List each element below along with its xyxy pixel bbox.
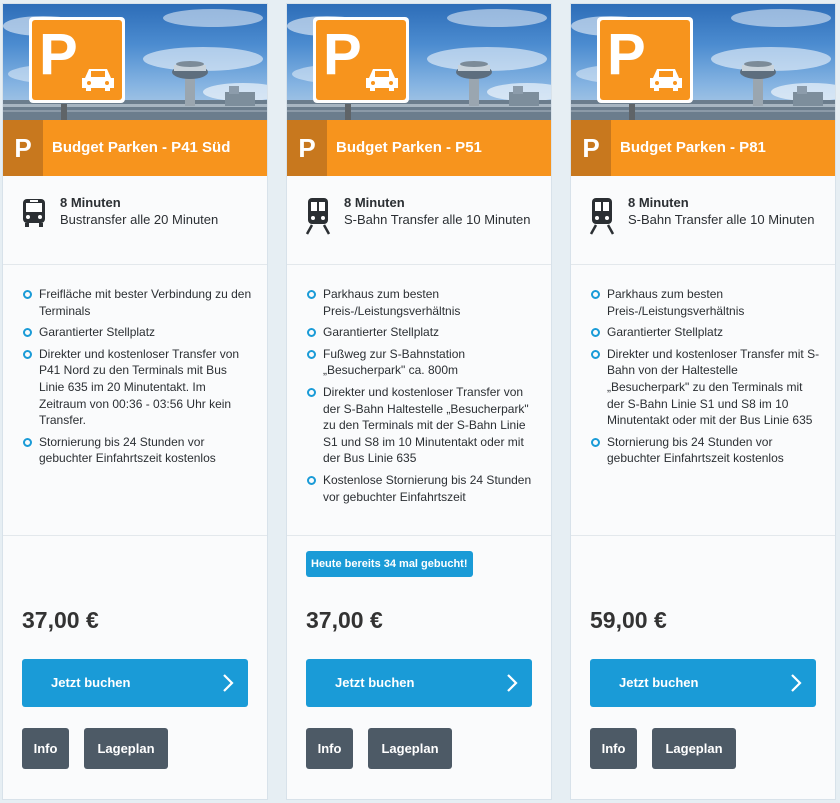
feature-item: Freifläche mit bester Verbindung zu den … (23, 286, 255, 319)
transfer-description: S-Bahn Transfer alle 10 Minuten (628, 212, 815, 227)
bullet-circle-icon (591, 349, 600, 359)
feature-text: Kostenlose Stornierung bis 24 Stunden vo… (323, 472, 532, 504)
price: 37,00 € (306, 607, 383, 633)
bullet-circle-icon (307, 387, 316, 397)
parking-letter: P (287, 120, 327, 176)
bullet-circle-icon (591, 290, 600, 299)
info-button[interactable]: Info (22, 728, 69, 769)
feature-text: Direkter und kostenloser Transfer von P4… (39, 346, 240, 428)
bullet-circle-icon (307, 328, 316, 338)
airport-parking-photo: P (3, 9, 267, 120)
parking-offer-card-2: P P Budget Parken - P81 8 Minuten S-Bahn… (571, 4, 835, 799)
chevron-right-icon (223, 674, 234, 692)
book-now-button[interactable]: Jetzt buchen (306, 659, 532, 707)
book-now-label: Jetzt buchen (51, 675, 131, 690)
train-icon (305, 196, 331, 236)
feature-item: Parkhaus zum besten Preis-/Leistungsverh… (307, 286, 539, 319)
train-icon (589, 196, 615, 236)
parking-sign-letter: P (607, 22, 646, 87)
divider (287, 535, 551, 536)
transfer-description: Bustransfer alle 20 Minuten (60, 212, 219, 227)
feature-text: Freifläche mit bester Verbindung zu den … (39, 287, 252, 318)
info-button[interactable]: Info (306, 728, 353, 769)
feature-item: Garantierter Stellplatz (591, 324, 823, 341)
transfer-duration: 8 Minuten (60, 195, 121, 210)
bullet-circle-icon (23, 328, 32, 338)
transfer-info: 8 Minuten Bustransfer alle 20 Minuten (3, 176, 267, 265)
bullet-circle-icon (23, 290, 32, 299)
feature-text: Parkhaus zum besten Preis-/Leistungsverh… (323, 287, 461, 318)
feature-list: Freifläche mit bester Verbindung zu den … (23, 286, 255, 472)
feature-item: Direkter und kostenloser Transfer von P4… (23, 346, 255, 429)
airport-parking-photo: P (287, 9, 551, 120)
feature-item: Parkhaus zum besten Preis-/Leistungsverh… (591, 286, 823, 319)
book-now-button[interactable]: Jetzt buchen (590, 659, 816, 707)
feature-item: Stornierung bis 24 Stunden vor gebuchter… (591, 434, 823, 467)
book-now-button[interactable]: Jetzt buchen (22, 659, 248, 707)
site-plan-button[interactable]: Lageplan (652, 728, 736, 769)
book-now-label: Jetzt buchen (619, 675, 699, 690)
bullet-circle-icon (307, 349, 316, 359)
transfer-duration: 8 Minuten (344, 195, 405, 210)
feature-text: Direkter und kostenloser Transfer mit S-… (607, 346, 820, 428)
parking-sign-letter: P (39, 22, 78, 87)
bullet-circle-icon (307, 290, 316, 299)
feature-list: Parkhaus zum besten Preis-/Leistungsverh… (307, 286, 539, 510)
parking-offer-card-0: P P Budget Parken - P41 Süd 8 Minuten Bu… (3, 4, 267, 799)
price: 59,00 € (590, 607, 667, 633)
feature-text: Garantierter Stellplatz (607, 325, 724, 340)
booking-count-badge: Heute bereits 34 mal gebucht! (306, 551, 473, 577)
transfer-info: 8 Minuten S-Bahn Transfer alle 10 Minute… (571, 176, 835, 265)
hero-image: P (571, 4, 835, 120)
parking-sign-letter: P (323, 22, 362, 87)
airport-parking-photo: P (571, 9, 835, 120)
feature-item: Fußweg zur S-Bahnstation „Besucherpark" … (307, 346, 539, 379)
transfer-duration: 8 Minuten (628, 195, 689, 210)
feature-item: Garantierter Stellplatz (307, 324, 539, 341)
parking-name-bar: P Budget Parken - P81 (571, 120, 835, 176)
hero-image: P (287, 4, 551, 120)
divider (3, 535, 267, 536)
bullet-circle-icon (23, 349, 32, 359)
feature-text: Garantierter Stellplatz (39, 325, 156, 340)
parking-offer-card-1: P P Budget Parken - P51 8 Minuten S-Bahn… (287, 4, 551, 799)
feature-item: Direkter und kostenloser Transfer von de… (307, 384, 539, 467)
transfer-info: 8 Minuten S-Bahn Transfer alle 10 Minute… (287, 176, 551, 265)
feature-item: Kostenlose Stornierung bis 24 Stunden vo… (307, 472, 539, 505)
feature-text: Fußweg zur S-Bahnstation „Besucherpark" … (323, 346, 466, 378)
feature-text: Direkter und kostenloser Transfer von de… (323, 384, 529, 466)
transfer-description: S-Bahn Transfer alle 10 Minuten (344, 212, 531, 227)
parking-name-bar: P Budget Parken - P51 (287, 120, 551, 176)
site-plan-button[interactable]: Lageplan (84, 728, 168, 769)
feature-list: Parkhaus zum besten Preis-/Leistungsverh… (591, 286, 823, 472)
site-plan-button[interactable]: Lageplan (368, 728, 452, 769)
bus-icon (21, 196, 47, 236)
bullet-circle-icon (591, 328, 600, 338)
feature-item: Stornierung bis 24 Stunden vor gebuchter… (23, 434, 255, 467)
info-button[interactable]: Info (590, 728, 637, 769)
bullet-circle-icon (307, 475, 316, 485)
bullet-circle-icon (23, 437, 32, 447)
parking-letter: P (571, 120, 611, 176)
parking-name: Budget Parken - P51 (336, 139, 482, 156)
feature-text: Stornierung bis 24 Stunden vor gebuchter… (39, 434, 216, 466)
chevron-right-icon (507, 674, 518, 692)
divider (571, 535, 835, 536)
parking-letter: P (3, 120, 43, 176)
price: 37,00 € (22, 607, 99, 633)
parking-name: Budget Parken - P81 (620, 139, 766, 156)
feature-item: Direkter und kostenloser Transfer mit S-… (591, 346, 823, 429)
feature-item: Garantierter Stellplatz (23, 324, 255, 341)
feature-text: Parkhaus zum besten Preis-/Leistungsverh… (607, 287, 745, 318)
chevron-right-icon (791, 674, 802, 692)
feature-text: Garantierter Stellplatz (323, 325, 440, 340)
feature-text: Stornierung bis 24 Stunden vor gebuchter… (607, 434, 784, 466)
bullet-circle-icon (591, 437, 600, 447)
parking-name: Budget Parken - P41 Süd (52, 139, 231, 156)
parking-name-bar: P Budget Parken - P41 Süd (3, 120, 267, 176)
hero-image: P (3, 4, 267, 120)
book-now-label: Jetzt buchen (335, 675, 415, 690)
